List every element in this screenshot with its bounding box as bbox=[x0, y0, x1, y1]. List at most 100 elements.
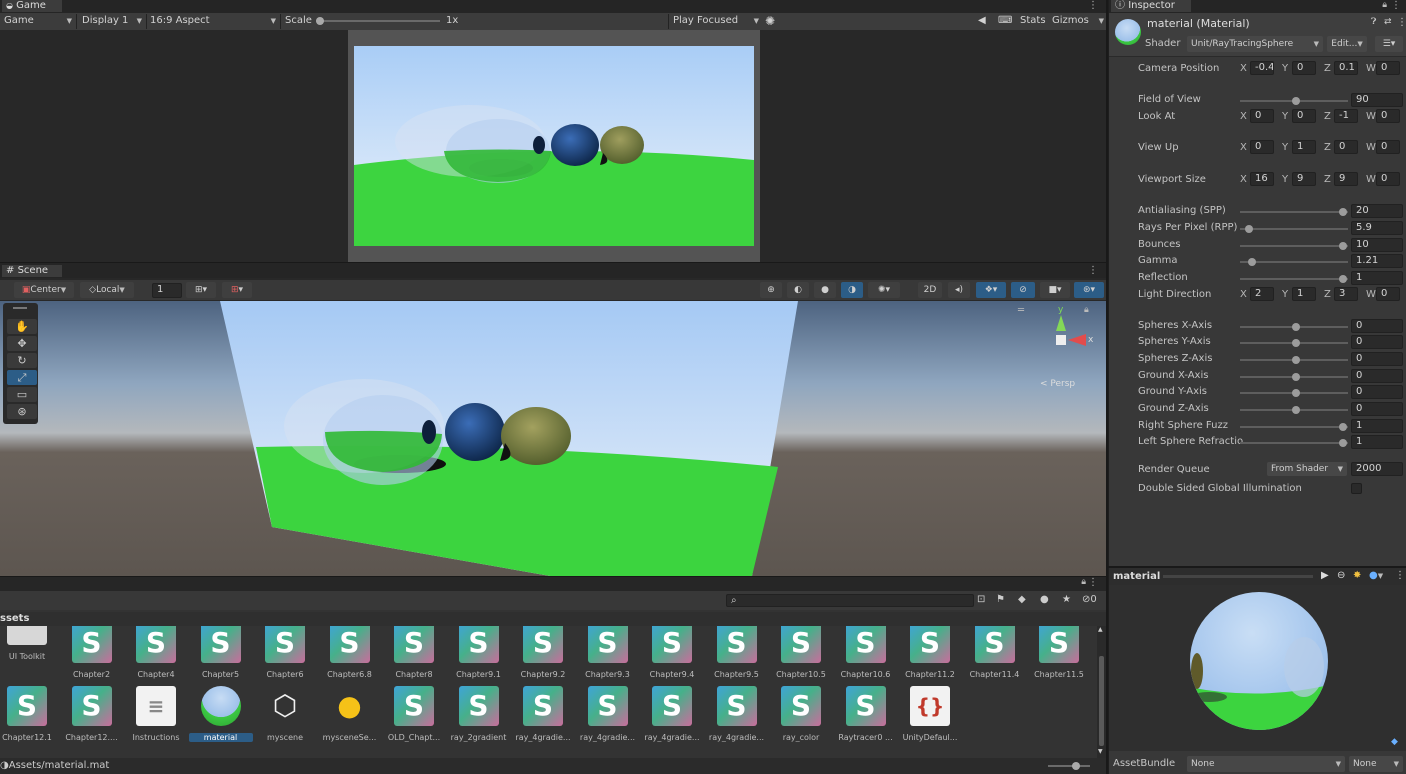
gizmo-menu-icon[interactable]: ═ bbox=[1018, 305, 1024, 316]
vector-w-field[interactable]: 0 bbox=[1376, 109, 1400, 123]
space-dropdown[interactable]: ◇Local▼ bbox=[80, 282, 134, 298]
slider-track[interactable] bbox=[1240, 278, 1348, 280]
vector-w-field[interactable]: 0 bbox=[1376, 61, 1400, 75]
vector-w-field[interactable]: 0 bbox=[1376, 287, 1400, 301]
preview-sphere-dropdown[interactable]: ●▼ bbox=[1369, 570, 1383, 581]
asset-item[interactable]: {} UnityDefaul... bbox=[898, 686, 962, 742]
stats-button[interactable]: Stats bbox=[1020, 13, 1046, 29]
asset-item[interactable]: ⬡ myscene bbox=[253, 686, 317, 742]
slider-knob[interactable] bbox=[1339, 439, 1347, 447]
asset-item[interactable]: S Chapter12.1 bbox=[0, 686, 59, 742]
gizmo-persp-label[interactable]: < Persp bbox=[1040, 379, 1075, 389]
tab-game[interactable]: ◒ Game bbox=[2, 0, 62, 12]
project-breadcrumb[interactable]: ssets bbox=[0, 612, 1106, 626]
asset-item[interactable]: S Chapter12.... bbox=[60, 686, 124, 742]
slider-value-field[interactable]: 20 bbox=[1351, 204, 1403, 218]
gizmo-lock-icon[interactable]: 🔒︎ bbox=[1084, 305, 1089, 315]
icon-size-knob[interactable] bbox=[1072, 762, 1080, 770]
effects-toggle-icon[interactable]: ❖▾ bbox=[976, 282, 1006, 298]
slider-value-field[interactable]: 10 bbox=[1351, 238, 1403, 252]
scroll-thumb[interactable] bbox=[1099, 656, 1104, 746]
play-mode-dropdown[interactable]: Play Focused ▼ bbox=[673, 13, 761, 29]
render-queue-dropdown[interactable]: From Shader ▼ bbox=[1267, 462, 1347, 476]
bug-icon[interactable]: ✺ bbox=[765, 13, 775, 29]
asset-item[interactable]: S Raytracer0 ... bbox=[834, 686, 898, 742]
gizmos-dropdown[interactable]: Gizmos ▼ bbox=[1052, 13, 1106, 29]
assetbundle-dropdown[interactable]: None ▼ bbox=[1187, 756, 1345, 772]
slider-knob[interactable] bbox=[1339, 275, 1347, 283]
asset-item[interactable]: Sray_4gradie... bbox=[576, 686, 640, 742]
more-menu-icon[interactable]: ⋮ bbox=[1088, 0, 1098, 11]
shader-dropdown[interactable]: Unit/RayTracingSphere ▼ bbox=[1187, 36, 1323, 52]
slider-value-field[interactable]: 1 bbox=[1351, 435, 1403, 449]
shader-edit-button[interactable]: Edit...▼ bbox=[1327, 36, 1367, 52]
asset-item[interactable]: Sray_color bbox=[769, 686, 833, 742]
slider-knob[interactable] bbox=[1292, 339, 1300, 347]
slider-value-field[interactable]: 0 bbox=[1351, 402, 1403, 416]
vector-x-field[interactable]: 0 bbox=[1250, 109, 1274, 123]
project-more-icon[interactable]: ⋮ bbox=[1088, 577, 1098, 588]
slider-knob[interactable] bbox=[1339, 242, 1347, 250]
lighting-toggle-icon[interactable]: ✺▾ bbox=[868, 282, 900, 298]
asset-item[interactable]: S Chapter11.4 bbox=[963, 626, 1027, 679]
vector-y-field[interactable]: 9 bbox=[1292, 172, 1316, 186]
tab-inspector[interactable]: ⓘ Inspector bbox=[1111, 0, 1191, 12]
slider-knob[interactable] bbox=[1292, 97, 1300, 105]
tools-drag-handle[interactable] bbox=[13, 307, 27, 309]
slider-knob[interactable] bbox=[1245, 225, 1253, 233]
scale-slider-knob[interactable] bbox=[316, 17, 324, 25]
inspector-lock-icon[interactable]: 🔒︎ bbox=[1382, 0, 1387, 10]
dsgi-checkbox[interactable] bbox=[1351, 483, 1362, 494]
pivot-dropdown[interactable]: ▣Center▼ bbox=[14, 282, 74, 298]
gizmo-x-arrow[interactable] bbox=[1068, 334, 1086, 346]
rotate-tool-icon[interactable]: ↻ bbox=[7, 353, 37, 368]
rect-tool-icon[interactable]: ▭ bbox=[7, 387, 37, 402]
scene-viewport[interactable]: ✋ ✥ ↻ ⤢ ▭ ⊛ ═ 🔒︎ y x < Persp bbox=[0, 301, 1106, 576]
asset-item[interactable]: S Chapter9.1 bbox=[447, 626, 511, 679]
asset-item[interactable]: S Chapter9.3 bbox=[576, 626, 640, 679]
preview-mesh-icon[interactable]: ⊖ bbox=[1337, 570, 1345, 581]
tab-scene[interactable]: # Scene bbox=[2, 265, 62, 277]
move-tool-icon[interactable]: ✥ bbox=[7, 336, 37, 351]
slider-knob[interactable] bbox=[1292, 389, 1300, 397]
vector-x-field[interactable]: 16 bbox=[1250, 172, 1274, 186]
asset-item[interactable]: material bbox=[188, 686, 253, 742]
slider-value-field[interactable]: 0 bbox=[1351, 369, 1403, 383]
slider-value-field[interactable]: 0 bbox=[1351, 352, 1403, 366]
display-dropdown[interactable]: Display 1 ▼ bbox=[82, 13, 144, 29]
gizmo-y-arrow[interactable] bbox=[1056, 315, 1066, 331]
vector-x-field[interactable]: 2 bbox=[1250, 287, 1274, 301]
slider-value-field[interactable]: 0 bbox=[1351, 385, 1403, 399]
transform-tool-icon[interactable]: ⊛ bbox=[7, 404, 37, 419]
camera-settings-icon[interactable]: ■▾ bbox=[1040, 282, 1070, 298]
render-queue-value[interactable]: 2000 bbox=[1351, 462, 1403, 476]
vector-y-field[interactable]: 0 bbox=[1292, 109, 1316, 123]
asset-item[interactable]: UI Toolkit bbox=[0, 626, 59, 661]
asset-item[interactable]: Sray_4gradie... bbox=[705, 686, 769, 742]
slider-track[interactable] bbox=[1240, 228, 1348, 230]
hand-tool-icon[interactable]: ✋ bbox=[7, 319, 37, 334]
gizmos-toggle-icon[interactable]: ⊛▾ bbox=[1074, 282, 1104, 298]
grid-snap-input[interactable]: 1 bbox=[152, 283, 182, 298]
hidden-packages-toggle[interactable]: ⊘0 bbox=[1082, 594, 1097, 605]
vector-x-field[interactable]: 0 bbox=[1250, 140, 1274, 154]
info-icon[interactable]: ● bbox=[1040, 594, 1049, 605]
asset-item[interactable]: S Chapter11.2 bbox=[898, 626, 962, 679]
scroll-up-icon[interactable]: ▲ bbox=[1098, 626, 1103, 633]
slider-knob[interactable] bbox=[1292, 406, 1300, 414]
preset-icon[interactable]: ⇄ bbox=[1384, 17, 1392, 27]
help-icon[interactable]: ❓︎ bbox=[1371, 17, 1376, 27]
vector-z-field[interactable]: 0.1 bbox=[1334, 61, 1358, 75]
slider-knob[interactable] bbox=[1292, 323, 1300, 331]
asset-item[interactable]: S Chapter11.5 bbox=[1027, 626, 1091, 679]
scene-gizmo[interactable]: ═ 🔒︎ y x < Persp bbox=[1018, 305, 1100, 389]
slider-knob[interactable] bbox=[1339, 423, 1347, 431]
asset-item[interactable]: S Chapter6.8 bbox=[318, 626, 382, 679]
asset-item[interactable]: S Chapter10.5 bbox=[769, 626, 833, 679]
project-scrollbar[interactable]: ▲ ▼ bbox=[1097, 626, 1106, 758]
slider-track[interactable] bbox=[1240, 261, 1348, 263]
asset-item[interactable]: S Chapter9.5 bbox=[705, 626, 769, 679]
vector-z-field[interactable]: 0 bbox=[1334, 140, 1358, 154]
wireframe-icon[interactable]: ⊕ bbox=[760, 282, 782, 298]
favorite-star-icon[interactable]: ★ bbox=[1062, 594, 1071, 605]
